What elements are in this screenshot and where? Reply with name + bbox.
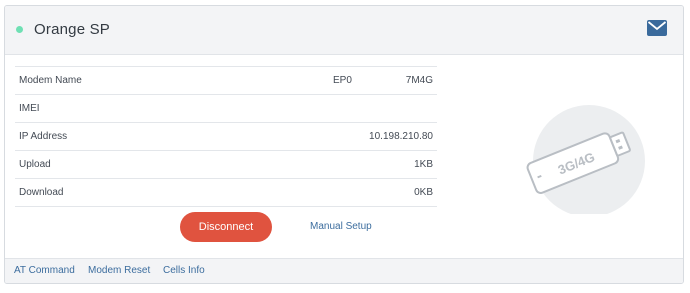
info-row-upload: Upload 1KB bbox=[15, 151, 437, 179]
card-title: Orange SP bbox=[34, 21, 111, 38]
card-footer: AT Command Modem Reset Cells Info bbox=[5, 258, 683, 283]
info-value-part: 7M4G bbox=[405, 75, 433, 86]
info-label: Download bbox=[19, 187, 64, 198]
manual-setup-link[interactable]: Manual Setup bbox=[310, 221, 372, 232]
modem-reset-link[interactable]: Modem Reset bbox=[88, 265, 150, 276]
info-value-part: EP0 bbox=[333, 75, 352, 86]
usb-modem-icon: 3G/4G bbox=[526, 105, 645, 214]
at-command-link[interactable]: AT Command bbox=[14, 265, 75, 276]
info-row-modem-name: Modem Name EP0 7M4G bbox=[15, 67, 437, 95]
card-header: Orange SP bbox=[5, 6, 683, 55]
info-row-imei: IMEI bbox=[15, 95, 437, 123]
info-row-download: Download 0KB bbox=[15, 179, 437, 207]
disconnect-button[interactable]: Disconnect bbox=[180, 212, 272, 242]
info-label: IP Address bbox=[19, 131, 68, 142]
modem-info-table: Modem Name EP0 7M4G IMEI IP Address 10.1… bbox=[15, 66, 437, 207]
status-indicator bbox=[16, 26, 23, 33]
info-value: 10.198.210.80 bbox=[369, 131, 433, 142]
modem-card: Orange SP Modem Name EP0 7M4G IMEI IP Ad… bbox=[4, 5, 684, 284]
cells-info-link[interactable]: Cells Info bbox=[163, 265, 205, 276]
info-label: Modem Name bbox=[19, 75, 82, 86]
info-value: 1KB bbox=[414, 159, 433, 170]
envelope-icon[interactable] bbox=[647, 20, 667, 36]
info-row-ip-address: IP Address 10.198.210.80 bbox=[15, 123, 437, 151]
info-label: IMEI bbox=[19, 103, 40, 114]
info-label: Upload bbox=[19, 159, 51, 170]
info-value: 0KB bbox=[414, 187, 433, 198]
